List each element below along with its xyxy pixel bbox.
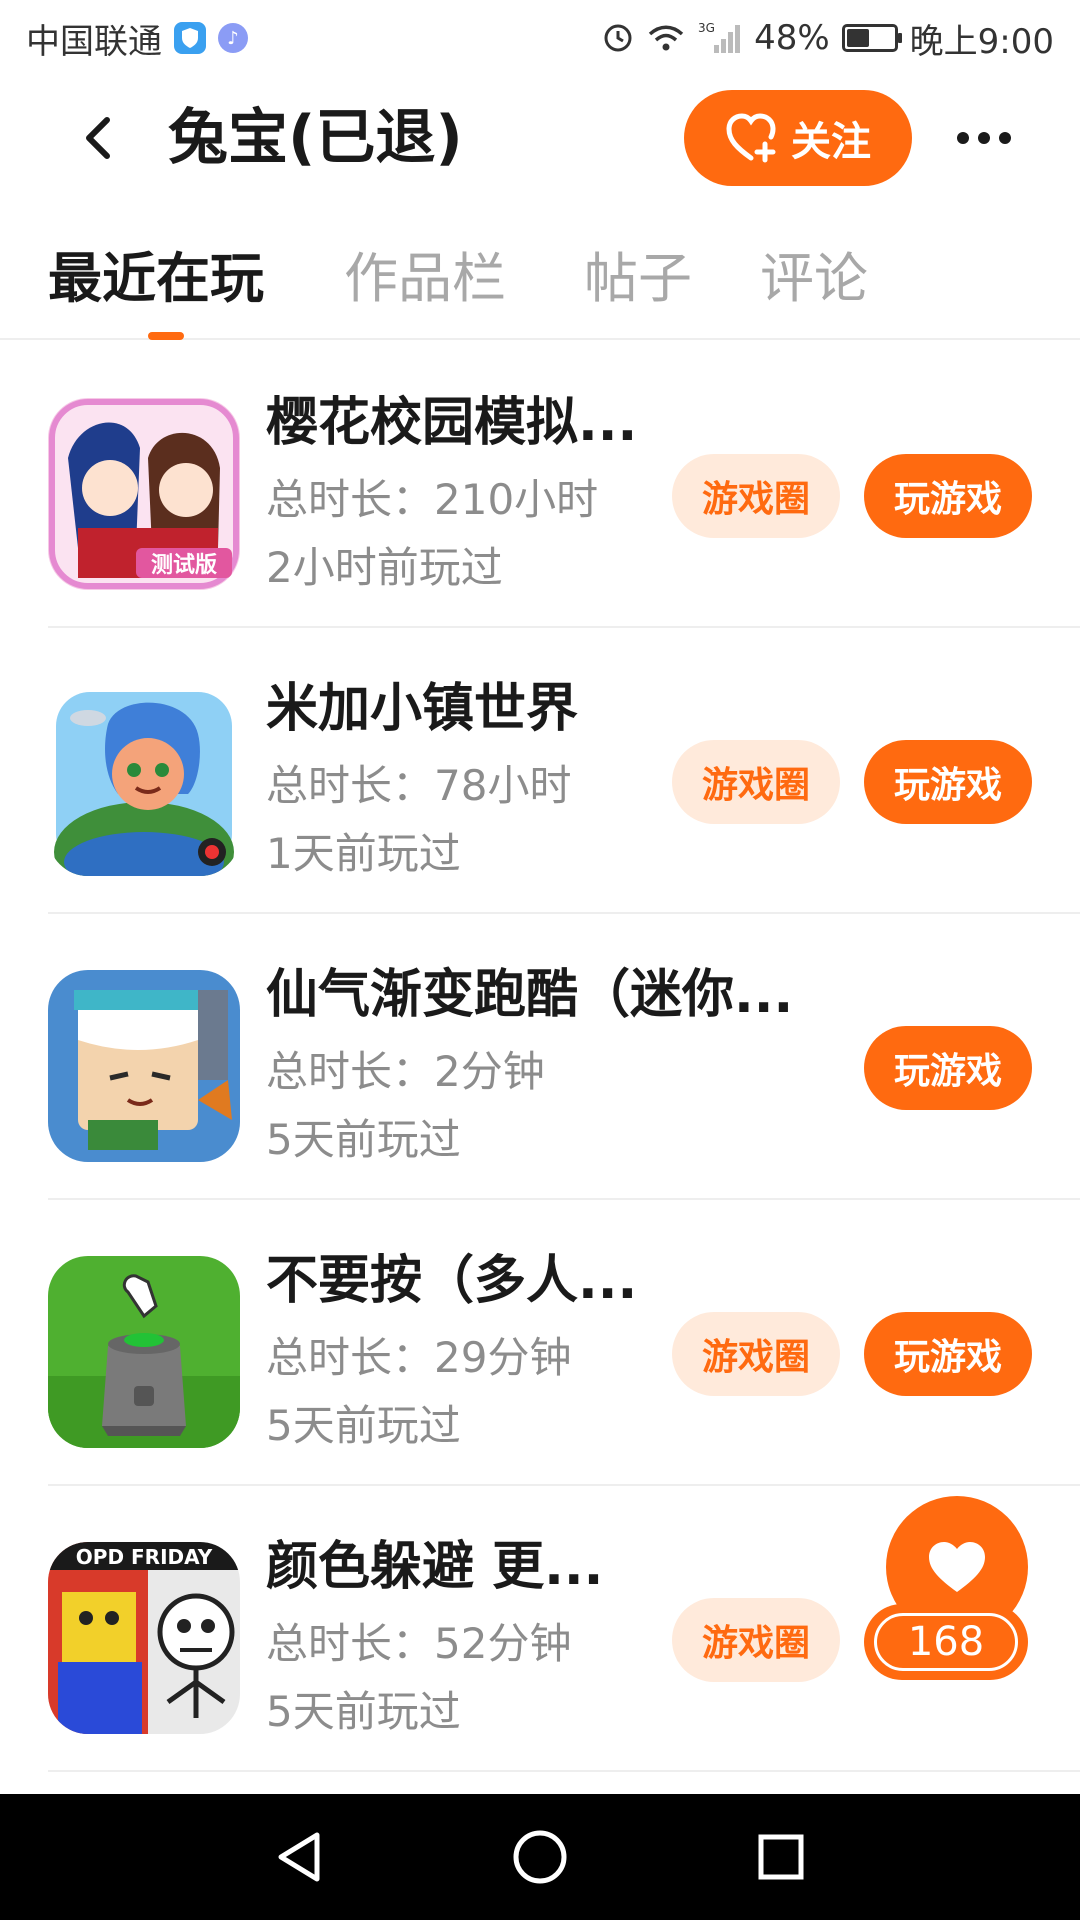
game-name[interactable]: 颜色躲避 更... xyxy=(266,1534,603,1600)
game-name[interactable]: 米加小镇世界 xyxy=(266,676,578,742)
system-nav-bar xyxy=(0,1794,1080,1920)
game-name[interactable]: 不要按（多人... xyxy=(266,1248,637,1314)
icon-banner-text: OPD FRIDAY xyxy=(76,1545,213,1569)
battery-percent: 48% xyxy=(754,18,830,58)
signal-icon: 3G xyxy=(698,21,742,55)
game-icon-color-dodge[interactable]: OPD FRIDAY xyxy=(48,1542,240,1734)
shield-icon xyxy=(174,22,206,54)
game-circle-button[interactable]: 游戏圈 xyxy=(672,740,840,824)
game-duration: 总时长：78小时 xyxy=(266,761,572,810)
game-circle-button[interactable]: 游戏圈 xyxy=(672,1598,840,1682)
game-icon-miga[interactable] xyxy=(48,684,240,876)
game-circle-button[interactable]: 游戏圈 xyxy=(672,1312,840,1396)
game-duration: 总时长：52分钟 xyxy=(266,1619,572,1668)
like-count-pill: 168 xyxy=(864,1604,1028,1680)
game-last-played: 5天前玩过 xyxy=(266,1115,461,1164)
back-icon xyxy=(86,117,110,159)
back-button[interactable] xyxy=(62,102,134,174)
play-game-button[interactable]: 玩游戏 xyxy=(864,454,1032,538)
game-circle-button[interactable]: 游戏圈 xyxy=(672,454,840,538)
music-icon: ♪ xyxy=(218,23,248,53)
game-row: 不要按（多人... 总时长：29分钟 5天前玩过 游戏圈 玩游戏 xyxy=(0,1200,1080,1486)
heart-plus-icon xyxy=(726,113,776,163)
game-name[interactable]: 樱花校园模拟... xyxy=(266,390,637,456)
header: 兔宝(已退) 关注 xyxy=(0,76,1080,200)
carrier-name: 中国联通 xyxy=(26,21,162,62)
follow-label: 关注 xyxy=(791,119,871,165)
clock: 晚上9:00 xyxy=(909,21,1054,62)
tab-posts[interactable]: 帖子 xyxy=(584,244,692,314)
game-last-played: 5天前玩过 xyxy=(266,1687,461,1736)
active-tab-indicator xyxy=(148,332,184,340)
play-game-button[interactable]: 玩游戏 xyxy=(864,1312,1032,1396)
like-button[interactable]: 168 xyxy=(864,1496,1028,1682)
status-left: 中国联通 ♪ xyxy=(26,14,248,63)
tab-works[interactable]: 作品栏 xyxy=(344,244,506,314)
play-game-button[interactable]: 玩游戏 xyxy=(864,740,1032,824)
game-duration: 总时长：2分钟 xyxy=(266,1047,545,1096)
icon-badge-text: 测试版 xyxy=(151,553,217,578)
network-type: 3G xyxy=(698,21,715,35)
row-divider xyxy=(48,1770,1080,1772)
battery-icon xyxy=(841,24,902,52)
nav-home-button[interactable] xyxy=(507,1824,573,1890)
game-icon-dont-press[interactable] xyxy=(48,1256,240,1448)
game-icon-parkour[interactable] xyxy=(48,970,240,1162)
wifi-icon xyxy=(646,22,686,54)
home-circle-icon xyxy=(513,1830,567,1884)
page-title: 兔宝(已退) xyxy=(168,103,463,173)
recents-square-icon xyxy=(758,1834,804,1880)
game-row: 测试版 樱花校园模拟... 总时长：210小时 2小时前玩过 游戏圈 玩游戏 xyxy=(0,342,1080,628)
alarm-icon xyxy=(602,22,634,54)
game-name[interactable]: 仙气渐变跑酷（迷你... xyxy=(266,962,793,1028)
status-right: 3G 48% 晚上9:00 xyxy=(602,14,1054,63)
heart-icon xyxy=(929,1542,985,1592)
status-bar: 中国联通 ♪ 3G 48% 晚上9:00 xyxy=(0,0,1080,76)
game-row: 米加小镇世界 总时长：78小时 1天前玩过 游戏圈 玩游戏 xyxy=(0,628,1080,914)
tab-recent[interactable]: 最近在玩 xyxy=(48,244,264,314)
follow-button[interactable]: 关注 xyxy=(684,90,912,186)
game-last-played: 2小时前玩过 xyxy=(266,543,503,592)
more-button[interactable] xyxy=(948,106,1020,170)
game-duration: 总时长：29分钟 xyxy=(266,1333,572,1382)
nav-recents-button[interactable] xyxy=(748,1824,814,1890)
like-count: 168 xyxy=(874,1613,1018,1671)
tab-bar: 最近在玩 作品栏 帖子 评论 xyxy=(0,230,1080,340)
battery-level xyxy=(846,29,869,47)
nav-back-button[interactable] xyxy=(266,1824,332,1890)
more-icon xyxy=(957,132,1011,144)
back-triangle-icon xyxy=(278,1832,320,1882)
game-last-played: 1天前玩过 xyxy=(266,829,461,878)
tab-comments[interactable]: 评论 xyxy=(760,244,868,314)
game-duration: 总时长：210小时 xyxy=(266,475,599,524)
game-icon-sakura[interactable]: 测试版 xyxy=(48,398,240,590)
play-game-button[interactable]: 玩游戏 xyxy=(864,1026,1032,1110)
game-last-played: 5天前玩过 xyxy=(266,1401,461,1450)
game-row: 仙气渐变跑酷（迷你... 总时长：2分钟 5天前玩过 玩游戏 xyxy=(0,914,1080,1200)
